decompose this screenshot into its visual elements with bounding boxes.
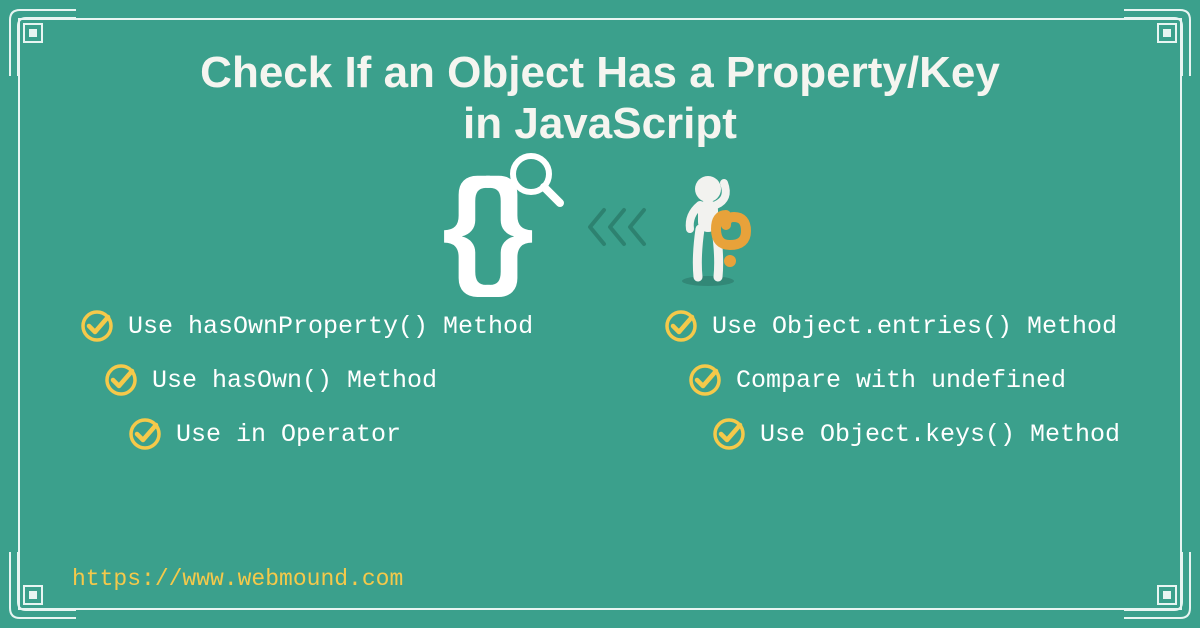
check-icon <box>664 309 698 343</box>
thinking-figure-icon <box>668 167 758 287</box>
list-item-label: Use Object.keys() Method <box>760 420 1120 449</box>
hero-graphic: { } <box>442 167 758 287</box>
right-column: Use Object.entries() Method Compare with… <box>634 309 1120 451</box>
check-icon <box>128 417 162 451</box>
title-line-1: Check If an Object Has a Property/Key <box>200 48 1000 97</box>
check-icon <box>688 363 722 397</box>
list-item: Use hasOwn() Method <box>104 363 533 397</box>
list-item: Use in Operator <box>128 417 533 451</box>
magnifier-icon <box>506 149 566 209</box>
braces-icon: { } <box>442 167 572 287</box>
methods-list: Use hasOwnProperty() Method Use hasOwn()… <box>50 309 1150 451</box>
list-item-label: Use hasOwnProperty() Method <box>128 312 533 341</box>
check-icon <box>80 309 114 343</box>
list-item-label: Use hasOwn() Method <box>152 366 437 395</box>
website-url: https://www.webmound.com <box>72 566 403 592</box>
list-item: Compare with undefined <box>688 363 1066 397</box>
content-area: Check If an Object Has a Property/Key in… <box>50 40 1150 588</box>
left-column: Use hasOwnProperty() Method Use hasOwn()… <box>80 309 533 451</box>
list-item-label: Use in Operator <box>176 420 401 449</box>
check-icon <box>712 417 746 451</box>
list-item: Use hasOwnProperty() Method <box>80 309 533 343</box>
list-item-label: Use Object.entries() Method <box>712 312 1117 341</box>
page-title: Check If an Object Has a Property/Key in… <box>200 48 1000 149</box>
list-item: Use Object.entries() Method <box>664 309 1117 343</box>
list-item-label: Compare with undefined <box>736 366 1066 395</box>
check-icon <box>104 363 138 397</box>
title-line-2: in JavaScript <box>463 99 737 148</box>
list-item: Use Object.keys() Method <box>712 417 1120 451</box>
chevrons-icon <box>590 206 650 248</box>
